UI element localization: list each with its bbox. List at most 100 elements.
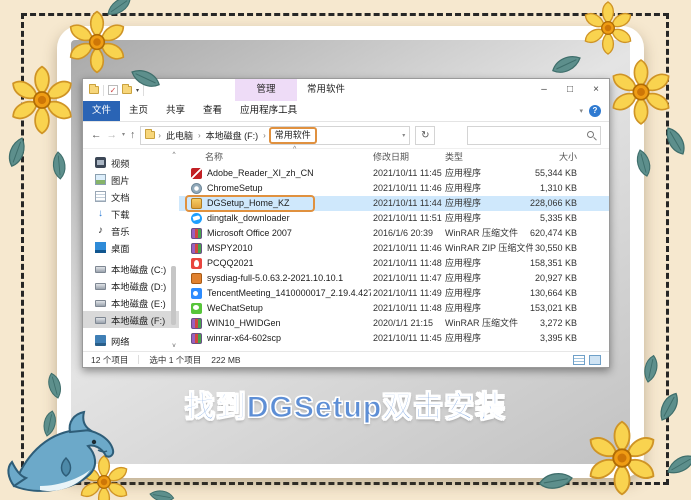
toolbar-separator xyxy=(103,85,104,96)
sidebar-item-label: 图片 xyxy=(111,173,130,187)
sidebar-item[interactable]: 本地磁盘 (E:) xyxy=(83,294,179,311)
file-list-pane: ^ 名称修改日期类型大小 Adobe_Reader_XI_zh_CN2021/1… xyxy=(179,149,609,351)
ribbon-tab-4[interactable]: 应用程序工具 xyxy=(231,101,306,121)
manage-contextual-tab[interactable]: 管理 xyxy=(235,79,297,101)
refresh-icon[interactable]: ↻ xyxy=(415,126,435,145)
file-row[interactable]: winrar-x64-602scp2021/10/11 11:45应用程序3,3… xyxy=(179,331,609,346)
toolbar-dropdown-icon[interactable]: ▾ xyxy=(136,87,139,94)
sidebar-item[interactable]: 本地磁盘 (D:) xyxy=(83,277,179,294)
file-name: winrar-x64-602scp xyxy=(207,331,371,346)
large-icons-view-icon[interactable] xyxy=(589,355,601,365)
drive-icon xyxy=(95,300,106,307)
file-row[interactable]: ChromeSetup2021/10/11 11:46应用程序1,310 KB xyxy=(179,181,609,196)
forward-icon[interactable]: → xyxy=(107,130,118,141)
file-row[interactable]: dingtalk_downloader2021/10/11 11:51应用程序5… xyxy=(179,211,609,226)
up-icon[interactable]: ↑ xyxy=(130,130,135,141)
breadcrumb-segment[interactable]: 此电脑 xyxy=(164,129,195,142)
file-name: PCQQ2021 xyxy=(207,256,371,271)
winrar-icon xyxy=(191,333,202,344)
ribbon-tab-2[interactable]: 共享 xyxy=(157,101,194,121)
breadcrumb-segment[interactable]: 本地磁盘 (F:) xyxy=(204,129,261,142)
file-date: 2016/1/6 20:39 xyxy=(373,226,445,241)
desktop-icon xyxy=(95,242,106,253)
drive-icon xyxy=(95,266,106,273)
selected-size: 222 MB xyxy=(211,355,240,365)
help-icon[interactable]: ? xyxy=(589,105,601,117)
sidebar-item-label: 文档 xyxy=(111,190,130,204)
file-row[interactable]: MSPY20102021/10/11 11:46WinRAR ZIP 压缩文件3… xyxy=(179,241,609,256)
file-explorer-window: ✓ ▾ 管理 常用软件 – □ × 文件主页共享查看应用程序工具 ▾ ? ← →… xyxy=(82,78,610,368)
file-size: 5,335 KB xyxy=(501,211,577,226)
window-controls: – □ × xyxy=(531,79,609,101)
sidebar-item-label: 下载 xyxy=(111,207,130,221)
close-button[interactable]: × xyxy=(583,79,609,101)
file-row[interactable]: Adobe_Reader_XI_zh_CN2021/10/11 11:45应用程… xyxy=(179,166,609,181)
wechat-icon xyxy=(191,303,202,314)
toolbar-separator xyxy=(143,85,144,96)
file-size: 130,664 KB xyxy=(501,286,577,301)
address-dropdown-icon[interactable]: ▾ xyxy=(402,132,405,139)
sidebar-item[interactable]: 本地磁盘 (F:) xyxy=(83,311,179,328)
file-size: 158,351 KB xyxy=(501,256,577,271)
highlight-box xyxy=(185,195,315,212)
sidebar-item[interactable]: 音乐 xyxy=(83,222,179,239)
search-input[interactable] xyxy=(468,127,600,144)
scrollbar-thumb[interactable] xyxy=(171,266,176,325)
sidebar-item[interactable]: 文档 xyxy=(83,188,179,205)
breadcrumb: ›此电脑›本地磁盘 (F:)›常用软件 xyxy=(158,127,317,144)
sidebar-item[interactable]: 图片 xyxy=(83,171,179,188)
network-icon xyxy=(95,335,106,346)
file-row[interactable]: DGSetup_Home_KZ2021/10/11 11:44应用程序228,0… xyxy=(179,196,609,211)
ribbon-tab-1[interactable]: 主页 xyxy=(120,101,157,121)
file-date: 2021/10/11 11:46 xyxy=(373,181,445,196)
file-name: sysdiag-full-5.0.63.2-2021.10.10.1 xyxy=(207,271,371,286)
file-date: 2021/10/11 11:49 xyxy=(373,286,445,301)
scroll-up-icon[interactable]: ^ xyxy=(169,151,179,158)
details-view-icon[interactable] xyxy=(573,355,585,365)
file-row[interactable]: sysdiag-full-5.0.63.2-2021.10.10.12021/1… xyxy=(179,271,609,286)
sidebar-item[interactable]: 下载 xyxy=(83,205,179,222)
folder-icon[interactable] xyxy=(89,86,99,94)
documents-icon xyxy=(95,191,106,202)
file-name: Adobe_Reader_XI_zh_CN xyxy=(207,166,371,181)
new-folder-icon[interactable] xyxy=(122,86,132,94)
breadcrumb-separator: › xyxy=(198,131,201,140)
minimize-button[interactable]: – xyxy=(531,79,557,101)
adobe-reader-icon xyxy=(191,168,202,179)
sidebar-scrollbar[interactable]: ^ v xyxy=(169,151,179,349)
sidebar-item[interactable]: 视频 xyxy=(83,154,179,171)
history-dropdown-icon[interactable]: ▾ xyxy=(122,132,125,138)
column-header-type[interactable]: 类型 xyxy=(445,149,463,166)
ribbon-tab-0[interactable]: 文件 xyxy=(83,101,120,121)
file-row[interactable]: WIN10_HWIDGen2020/1/1 21:15WinRAR 压缩文件3,… xyxy=(179,316,609,331)
quick-access-toolbar: ✓ ▾ xyxy=(89,79,144,101)
breadcrumb-segment[interactable]: 常用软件 xyxy=(269,127,317,144)
qq-icon xyxy=(191,258,202,269)
properties-check-icon[interactable]: ✓ xyxy=(108,85,118,95)
scroll-down-icon[interactable]: v xyxy=(169,342,179,349)
sidebar-item-label: 桌面 xyxy=(111,241,130,255)
file-size: 55,344 KB xyxy=(501,166,577,181)
file-size: 3,395 KB xyxy=(501,331,577,346)
file-row[interactable]: WeChatSetup2021/10/11 11:48应用程序153,021 K… xyxy=(179,301,609,316)
file-row[interactable]: TencentMeeting_1410000017_2.19.4.4272021… xyxy=(179,286,609,301)
address-bar: ← → ▾ ↑ ›此电脑›本地磁盘 (F:)›常用软件 ▾ ↻ xyxy=(83,122,609,149)
column-header-size[interactable]: 大小 xyxy=(501,149,577,166)
ribbon-tab-3[interactable]: 查看 xyxy=(194,101,231,121)
file-row[interactable]: Microsoft Office 20072016/1/6 20:39WinRA… xyxy=(179,226,609,241)
maximize-button[interactable]: □ xyxy=(557,79,583,101)
file-size: 3,272 KB xyxy=(501,316,577,331)
column-header-name[interactable]: 名称 xyxy=(205,149,223,166)
sidebar-item[interactable]: 网络 xyxy=(83,332,179,349)
ribbon-collapse-icon[interactable]: ▾ xyxy=(579,107,583,115)
sidebar-item[interactable]: 本地磁盘 (C:) xyxy=(83,260,179,277)
file-row[interactable]: PCQQ20212021/10/11 11:48应用程序158,351 KB xyxy=(179,256,609,271)
back-icon[interactable]: ← xyxy=(91,130,102,141)
tutorial-caption: 找到DGSetup双击安装 xyxy=(0,382,691,426)
explorer-main: 视频图片文档下载音乐桌面本地磁盘 (C:)本地磁盘 (D:)本地磁盘 (E:)本… xyxy=(83,149,609,351)
search-icon xyxy=(587,131,594,138)
breadcrumb-bar[interactable]: ›此电脑›本地磁盘 (F:)›常用软件 ▾ xyxy=(140,126,410,145)
column-header-date[interactable]: 修改日期 xyxy=(373,149,409,166)
sidebar-item[interactable]: 桌面 xyxy=(83,239,179,256)
file-name: TencentMeeting_1410000017_2.19.4.427 xyxy=(207,286,371,301)
